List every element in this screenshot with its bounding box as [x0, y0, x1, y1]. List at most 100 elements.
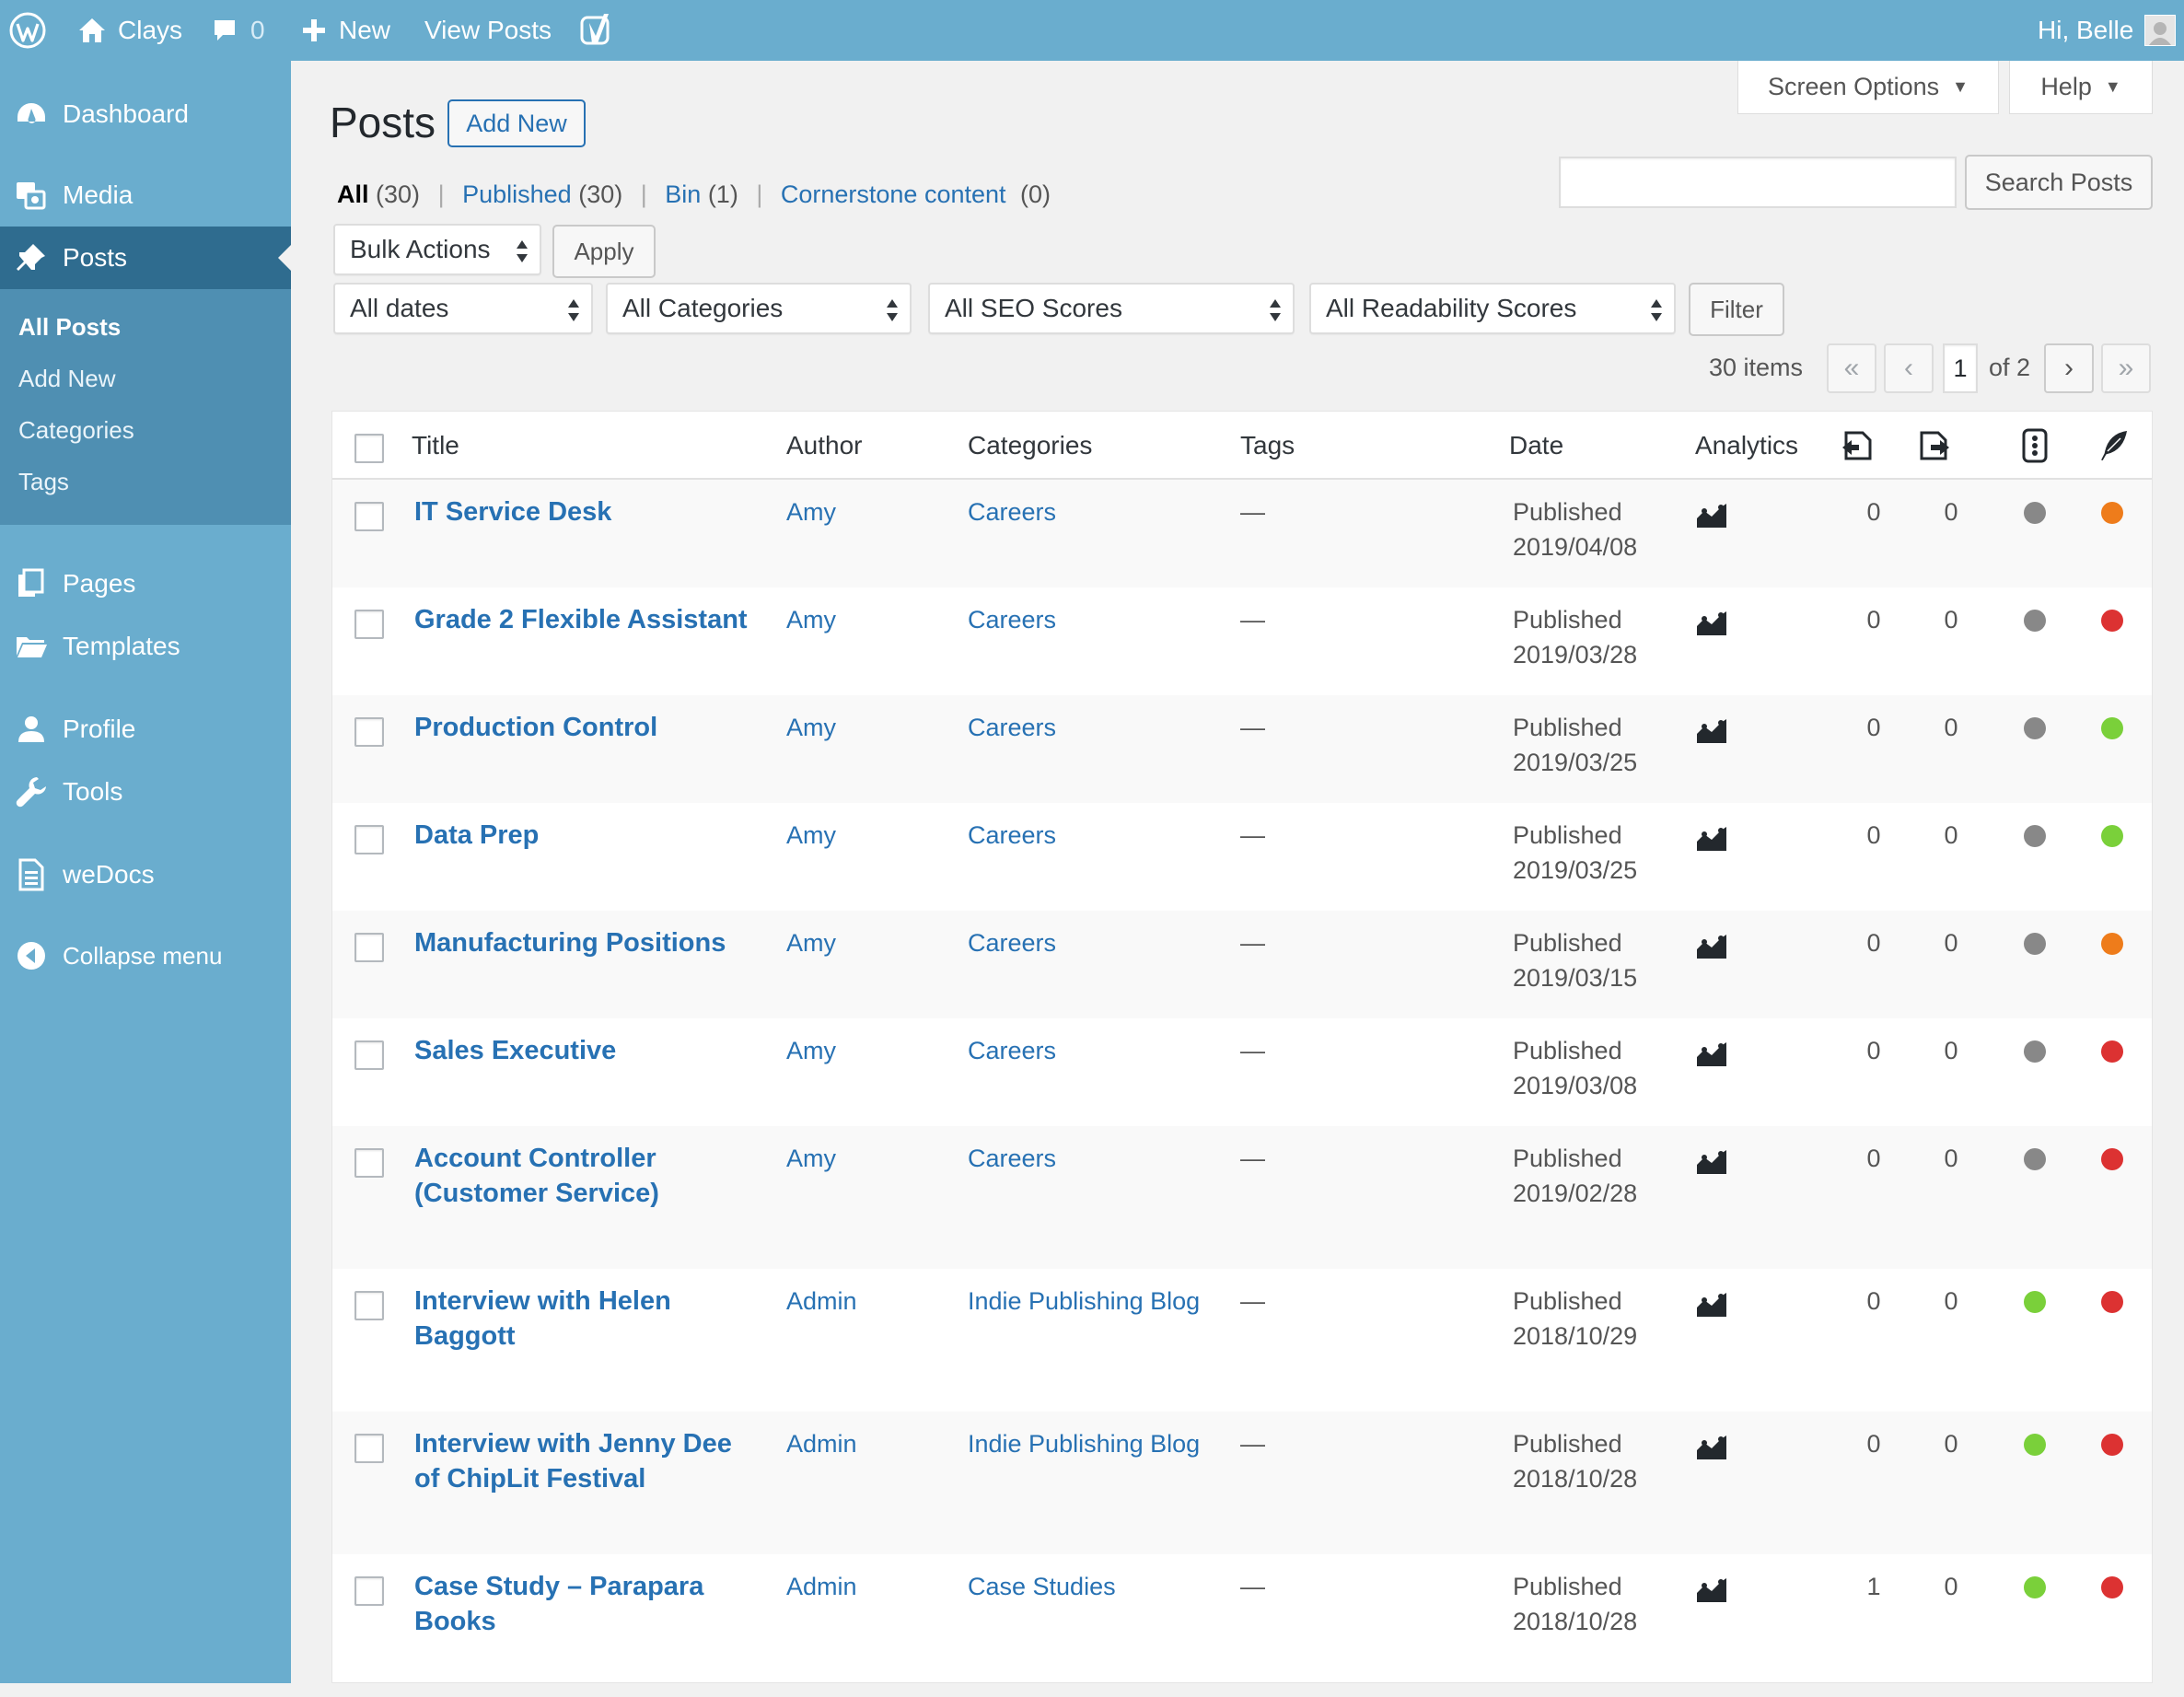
post-author-link[interactable]: Amy — [786, 494, 836, 529]
row-checkbox[interactable] — [354, 825, 384, 854]
post-category-link[interactable]: Careers — [968, 494, 1056, 529]
filter-button[interactable]: Filter — [1689, 283, 1784, 336]
row-checkbox[interactable] — [354, 933, 384, 962]
view-cornerstone[interactable]: Cornerstone content — [781, 180, 1006, 208]
sidebar-item-wedocs[interactable]: weDocs — [0, 843, 291, 906]
internal-links-in-icon[interactable] — [1839, 412, 1876, 480]
seo-score-dot — [2024, 1434, 2046, 1456]
apply-button[interactable]: Apply — [552, 225, 656, 278]
date-filter-select[interactable]: All dates — [333, 283, 593, 334]
post-title-link[interactable]: Manufacturing Positions — [414, 925, 764, 960]
post-title-link[interactable]: Interview with Helen Baggott — [414, 1284, 737, 1354]
post-author-link[interactable]: Admin — [786, 1569, 857, 1604]
select-all-checkbox[interactable] — [354, 434, 384, 463]
sidebar-item-profile[interactable]: Profile — [0, 698, 291, 761]
post-title-link[interactable]: Production Control — [414, 710, 764, 745]
current-page-input[interactable]: 1 — [1943, 343, 1978, 393]
view-published[interactable]: Published — [462, 180, 572, 208]
comments-link[interactable]: 0 — [212, 0, 265, 61]
yoast-seo-icon[interactable] — [580, 0, 613, 61]
analytics-chart-icon[interactable] — [1695, 931, 1728, 960]
sidebar-item-collapse[interactable]: Collapse menu — [0, 924, 291, 987]
sidebar-item-templates[interactable]: Templates — [0, 615, 291, 678]
sidebar-item-pages[interactable]: Pages — [0, 552, 291, 615]
screen-options-button[interactable]: Screen Options ▼ — [1737, 61, 1999, 114]
submenu-add-new[interactable]: Add New — [18, 365, 116, 393]
new-content-link[interactable]: New — [302, 0, 390, 61]
submenu-all-posts[interactable]: All Posts — [18, 313, 121, 342]
site-name-link[interactable]: Clays — [77, 0, 182, 61]
post-category-link[interactable]: Careers — [968, 710, 1056, 745]
post-title-link[interactable]: IT Service Desk — [414, 494, 764, 529]
analytics-chart-icon[interactable] — [1695, 1575, 1728, 1604]
row-checkbox[interactable] — [354, 1576, 384, 1606]
post-title-link[interactable]: Account Controller (Customer Service) — [414, 1141, 737, 1211]
post-category-link[interactable]: Careers — [968, 1141, 1056, 1176]
next-page-button[interactable]: › — [2044, 343, 2094, 393]
post-author-link[interactable]: Amy — [786, 602, 836, 637]
submenu-tags[interactable]: Tags — [18, 468, 69, 496]
row-checkbox[interactable] — [354, 1148, 384, 1178]
post-title-link[interactable]: Interview with Jenny Dee of ChipLit Fest… — [414, 1426, 737, 1496]
post-category-link[interactable]: Indie Publishing Blog — [968, 1284, 1200, 1319]
post-category-link[interactable]: Careers — [968, 1033, 1056, 1068]
readability-filter-value: All Readability Scores — [1326, 294, 1577, 322]
search-input[interactable] — [1559, 157, 1957, 208]
post-author-link[interactable]: Admin — [786, 1284, 857, 1319]
post-title-link[interactable]: Sales Executive — [414, 1033, 764, 1068]
row-checkbox[interactable] — [354, 1040, 384, 1070]
sidebar-item-media[interactable]: Media — [0, 164, 291, 227]
analytics-chart-icon[interactable] — [1695, 500, 1728, 529]
internal-links-out-icon[interactable] — [1916, 412, 1953, 480]
column-date-sort[interactable]: Date — [1509, 412, 1563, 480]
analytics-chart-icon[interactable] — [1695, 1289, 1728, 1319]
search-posts-button[interactable]: Search Posts — [1965, 155, 2153, 210]
view-all[interactable]: All — [337, 180, 369, 208]
category-filter-select[interactable]: All Categories — [606, 283, 912, 334]
post-category-link[interactable]: Careers — [968, 602, 1056, 637]
last-page-button[interactable]: » — [2101, 343, 2151, 393]
post-category-link[interactable]: Indie Publishing Blog — [968, 1426, 1200, 1461]
view-bin[interactable]: Bin — [665, 180, 701, 208]
analytics-chart-icon[interactable] — [1695, 608, 1728, 637]
wordpress-logo-icon[interactable] — [9, 0, 46, 61]
column-title-sort[interactable]: Title — [412, 412, 459, 480]
post-category-link[interactable]: Careers — [968, 925, 1056, 960]
sidebar-item-posts[interactable]: Posts — [0, 227, 291, 289]
post-title-link[interactable]: Grade 2 Flexible Assistant — [414, 602, 764, 637]
previous-page-button[interactable]: ‹ — [1884, 343, 1934, 393]
post-author-link[interactable]: Amy — [786, 1141, 836, 1176]
readability-filter-select[interactable]: All Readability Scores — [1309, 283, 1676, 334]
analytics-chart-icon[interactable] — [1695, 715, 1728, 745]
analytics-chart-icon[interactable] — [1695, 823, 1728, 853]
post-category-link[interactable]: Case Studies — [968, 1569, 1116, 1604]
row-checkbox[interactable] — [354, 1434, 384, 1463]
row-checkbox[interactable] — [354, 1291, 384, 1320]
row-checkbox[interactable] — [354, 610, 384, 639]
seo-score-column-icon[interactable] — [2021, 412, 2049, 480]
row-checkbox[interactable] — [354, 502, 384, 531]
readability-column-icon[interactable] — [2095, 412, 2132, 480]
view-posts-link[interactable]: View Posts — [424, 0, 552, 61]
post-author-link[interactable]: Amy — [786, 818, 836, 853]
post-author-link[interactable]: Amy — [786, 710, 836, 745]
first-page-button[interactable]: « — [1827, 343, 1876, 393]
post-title-link[interactable]: Data Prep — [414, 818, 764, 853]
bulk-actions-select[interactable]: Bulk Actions — [333, 224, 541, 275]
sidebar-item-tools[interactable]: Tools — [0, 761, 291, 823]
add-new-button[interactable]: Add New — [447, 99, 586, 147]
submenu-categories[interactable]: Categories — [18, 416, 134, 445]
help-button[interactable]: Help ▼ — [2009, 61, 2153, 114]
post-author-link[interactable]: Amy — [786, 925, 836, 960]
row-checkbox[interactable] — [354, 717, 384, 747]
post-author-link[interactable]: Admin — [786, 1426, 857, 1461]
post-category-link[interactable]: Careers — [968, 818, 1056, 853]
analytics-chart-icon[interactable] — [1695, 1039, 1728, 1068]
sidebar-item-dashboard[interactable]: Dashboard — [0, 83, 291, 145]
post-title-link[interactable]: Case Study – Parapara Books — [414, 1569, 737, 1639]
user-greeting[interactable]: Hi, Belle — [2038, 0, 2177, 61]
seo-score-filter-select[interactable]: All SEO Scores — [928, 283, 1295, 334]
post-author-link[interactable]: Amy — [786, 1033, 836, 1068]
analytics-chart-icon[interactable] — [1695, 1146, 1728, 1176]
analytics-chart-icon[interactable] — [1695, 1432, 1728, 1461]
